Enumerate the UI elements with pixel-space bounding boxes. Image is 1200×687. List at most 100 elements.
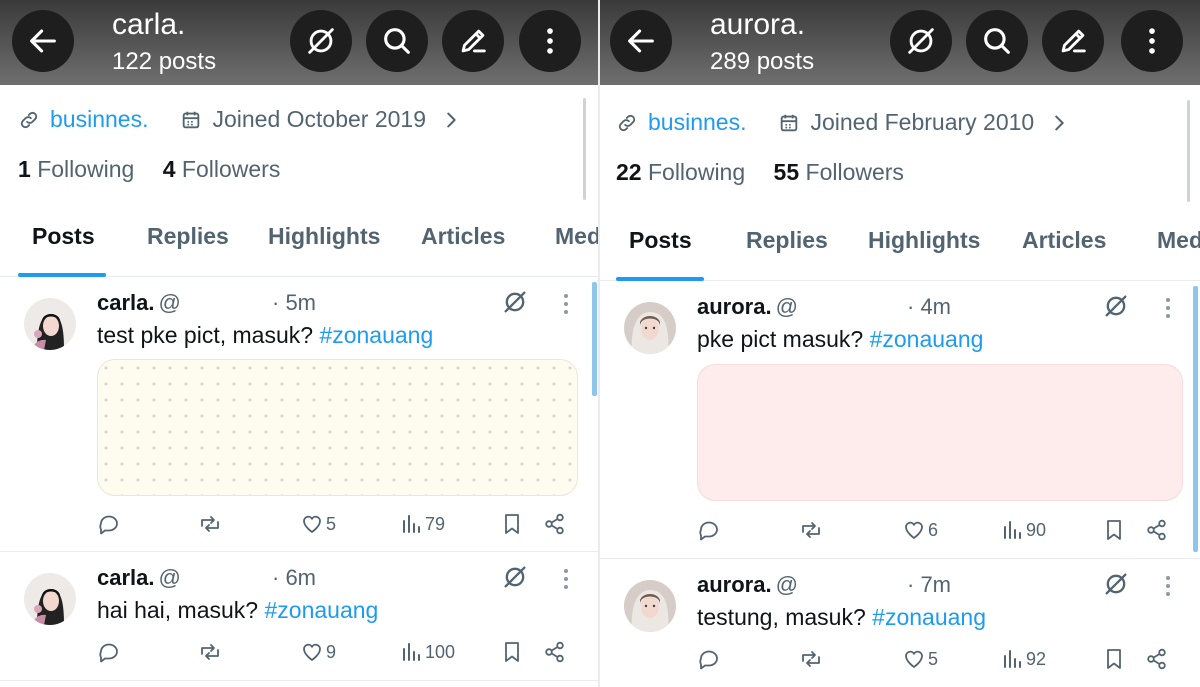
scrollbar[interactable] xyxy=(1187,100,1190,202)
post-author[interactable]: aurora. @ xyxy=(697,294,798,320)
views-button[interactable]: 92 xyxy=(1000,647,1046,671)
following-link[interactable]: 22 Following xyxy=(616,159,745,185)
more-vertical-icon[interactable] xyxy=(563,292,569,316)
tab-highlights[interactable]: Highlights xyxy=(868,227,980,254)
avatar[interactable] xyxy=(24,573,76,625)
post-actions: 9 100 xyxy=(97,640,577,666)
post-author[interactable]: aurora. @ xyxy=(697,572,798,598)
post-item[interactable]: carla. @ · 5m test pke pict, masuk? #zona… xyxy=(0,278,598,552)
view-count: 79 xyxy=(425,513,446,534)
grok-button[interactable] xyxy=(890,10,952,72)
hashtag-link[interactable]: #zonauang xyxy=(319,322,433,348)
post-item[interactable]: aurora. @ · 7m testung, masuk? #zonauang … xyxy=(600,560,1200,687)
avatar[interactable] xyxy=(624,302,676,354)
repost-button[interactable] xyxy=(799,518,823,542)
post-author[interactable]: carla. @ xyxy=(97,290,181,316)
tab-media[interactable]: Med xyxy=(1157,227,1200,254)
post-count: 122 posts xyxy=(112,48,217,75)
view-count: 100 xyxy=(425,641,456,662)
avatar[interactable] xyxy=(24,298,76,350)
views-icon xyxy=(1004,650,1021,668)
repost-button[interactable] xyxy=(198,640,222,664)
tab-articles[interactable]: Articles xyxy=(421,223,505,250)
repost-button[interactable] xyxy=(198,512,222,536)
like-button[interactable]: 6 xyxy=(902,518,938,542)
post-time[interactable]: · 7m xyxy=(907,572,951,598)
following-link[interactable]: 1 Following xyxy=(18,156,134,182)
tab-posts[interactable]: Posts xyxy=(32,223,95,250)
share-button[interactable] xyxy=(1145,647,1169,671)
share-button[interactable] xyxy=(543,640,567,664)
grok-icon[interactable] xyxy=(1102,570,1130,598)
edit-button[interactable] xyxy=(1042,10,1104,72)
tab-posts[interactable]: Posts xyxy=(629,227,692,254)
chevron-right-icon[interactable] xyxy=(1048,112,1070,134)
post-time[interactable]: · 4m xyxy=(907,294,951,320)
share-icon xyxy=(1147,648,1166,670)
followers-link[interactable]: 4 Followers xyxy=(163,156,281,182)
tab-articles[interactable]: Articles xyxy=(1022,227,1106,254)
tab-media[interactable]: Med xyxy=(555,223,598,250)
views-button[interactable]: 90 xyxy=(1000,518,1046,542)
views-button[interactable]: 79 xyxy=(399,512,445,536)
more-vertical-icon[interactable] xyxy=(1165,296,1171,320)
bookmark-button[interactable] xyxy=(500,640,524,664)
reply-icon xyxy=(99,515,118,535)
hashtag-link[interactable]: #zonauang xyxy=(872,604,986,630)
profile-info-row: businnes. Joined October 2019 xyxy=(18,106,462,133)
edit-button[interactable] xyxy=(442,10,504,72)
more-button[interactable] xyxy=(1121,10,1183,72)
repost-button[interactable] xyxy=(799,647,823,671)
back-button[interactable] xyxy=(12,10,74,72)
tab-replies[interactable]: Replies xyxy=(746,227,828,254)
reply-button[interactable] xyxy=(97,640,121,664)
post-time[interactable]: · 6m xyxy=(272,565,316,591)
bookmark-button[interactable] xyxy=(1102,518,1126,542)
like-count: 9 xyxy=(326,641,337,662)
profile-link[interactable]: businnes. xyxy=(648,109,746,136)
calendar-icon xyxy=(183,111,200,128)
hashtag-link[interactable]: #zonauang xyxy=(870,326,984,352)
bookmark-button[interactable] xyxy=(1102,647,1126,671)
profile-header: carla. 122 posts xyxy=(0,0,598,85)
reply-button[interactable] xyxy=(697,647,721,671)
like-icon xyxy=(905,521,923,539)
search-button[interactable] xyxy=(366,10,428,72)
grok-icon[interactable] xyxy=(1102,292,1130,320)
tab-replies[interactable]: Replies xyxy=(147,223,229,250)
like-button[interactable]: 5 xyxy=(300,512,336,536)
grok-button[interactable] xyxy=(290,10,352,72)
scrollbar[interactable] xyxy=(583,98,586,200)
more-vertical-icon[interactable] xyxy=(1165,574,1171,598)
search-button[interactable] xyxy=(966,10,1028,72)
post-item[interactable]: aurora. @ · 4m pke pict masuk? #zonauang … xyxy=(600,282,1200,559)
post-time[interactable]: · 5m xyxy=(272,290,316,316)
post-author[interactable]: carla. @ xyxy=(97,565,181,591)
views-button[interactable]: 100 xyxy=(399,640,455,664)
post-actions: 5 92 xyxy=(697,647,1177,673)
profile-title: aurora. xyxy=(710,8,806,41)
like-button[interactable]: 5 xyxy=(902,647,938,671)
more-vertical-icon[interactable] xyxy=(563,567,569,591)
post-media[interactable] xyxy=(97,359,578,496)
followers-link[interactable]: 55 Followers xyxy=(774,159,904,185)
tab-highlights[interactable]: Highlights xyxy=(268,223,380,250)
grok-icon[interactable] xyxy=(501,563,529,591)
post-item[interactable]: carla. @ · 6m hai hai, masuk? #zonauang 9… xyxy=(0,553,598,681)
bookmark-button[interactable] xyxy=(500,512,524,536)
profile-link[interactable]: businnes. xyxy=(50,106,148,133)
hashtag-link[interactable]: #zonauang xyxy=(264,597,378,623)
reply-button[interactable] xyxy=(697,518,721,542)
avatar[interactable] xyxy=(624,580,676,632)
like-button[interactable]: 9 xyxy=(300,640,336,664)
link-icon xyxy=(618,114,636,131)
share-button[interactable] xyxy=(1145,518,1169,542)
chevron-right-icon[interactable] xyxy=(440,109,462,131)
back-button[interactable] xyxy=(610,10,672,72)
share-button[interactable] xyxy=(543,512,567,536)
reply-button[interactable] xyxy=(97,512,121,536)
more-button[interactable] xyxy=(519,10,581,72)
profile-tabs: Posts Replies Highlights Articles Med xyxy=(600,211,1200,281)
post-media[interactable] xyxy=(697,364,1183,501)
grok-icon[interactable] xyxy=(501,288,529,316)
